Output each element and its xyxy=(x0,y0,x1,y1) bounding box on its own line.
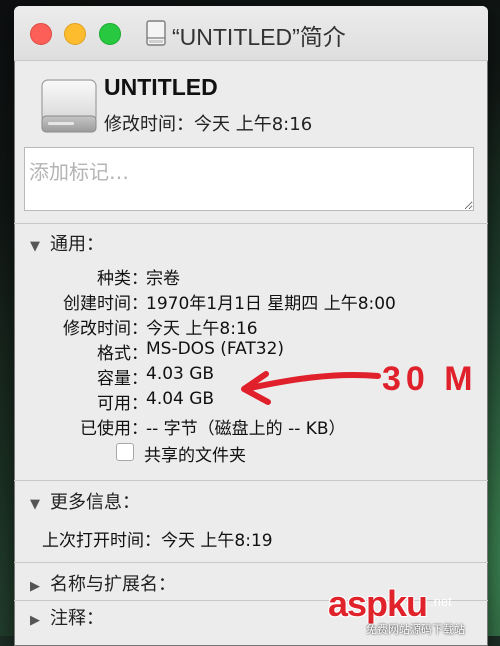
row-label: 修改时间： xyxy=(63,319,148,339)
window-title: “UNTITLED”简介 xyxy=(172,24,346,50)
watermark-caption: 免费网站源码下载站 xyxy=(366,623,465,636)
drive-icon xyxy=(41,79,97,133)
general-heading: 通用： xyxy=(50,234,104,255)
row-label: 种类： xyxy=(97,269,148,289)
title-bar[interactable]: “UNTITLED”简介 xyxy=(14,6,488,61)
name-extension-section-toggle[interactable]: ▶ 名称与扩展名： xyxy=(30,570,176,596)
disclosure-triangle-icon: ▼ xyxy=(30,497,40,512)
drive-icon xyxy=(146,20,166,46)
row-value: 今天 上午8:16 xyxy=(146,319,258,339)
row-value: 宗卷 xyxy=(146,269,180,289)
minimize-button[interactable] xyxy=(64,23,86,45)
row-value: -- 字节（磁盘上的 -- KB） xyxy=(146,419,346,439)
shared-folder-checkbox[interactable] xyxy=(116,443,134,461)
row-label: 已使用： xyxy=(80,419,148,439)
disclosure-triangle-icon: ▶ xyxy=(30,613,40,628)
disclosure-triangle-icon: ▼ xyxy=(30,239,40,254)
row-value: 4.03 GB xyxy=(146,364,215,384)
section-divider xyxy=(14,223,488,224)
info-window: “UNTITLED”简介 UNTITLED 修改时间：今天 上午8:16 ▼ 通用… xyxy=(14,6,488,646)
zoom-button[interactable] xyxy=(99,23,121,45)
more-info-section-toggle[interactable]: ▼ 更多信息： xyxy=(30,488,140,514)
name-extension-heading: 名称与扩展名： xyxy=(50,574,176,595)
info-row-created: 创建时间： 1970年1月1日 星期四 上午8:00 xyxy=(14,289,488,314)
section-divider xyxy=(14,480,488,481)
disk-modified-time: 修改时间：今天 上午8:16 xyxy=(104,114,313,135)
general-section-toggle[interactable]: ▼ 通用： xyxy=(30,230,104,256)
tags-field[interactable] xyxy=(24,147,474,211)
disclosure-triangle-icon: ▶ xyxy=(30,579,40,594)
row-value: 1970年1月1日 星期四 上午8:00 xyxy=(146,294,396,314)
annotation-text: 30 M xyxy=(382,360,478,398)
disk-name: UNTITLED xyxy=(104,74,218,100)
watermark-suffix: .net xyxy=(430,594,452,609)
shared-folder-label: 共享的文件夹 xyxy=(144,446,246,466)
info-row-modified: 修改时间： 今天 上午8:16 xyxy=(14,314,488,339)
row-label: 可用： xyxy=(97,394,148,414)
row-label: 容量： xyxy=(97,369,148,389)
row-value: 4.04 GB xyxy=(146,389,215,409)
section-divider xyxy=(14,562,488,563)
row-label: 创建时间： xyxy=(63,294,148,314)
watermark-brand: aspku xyxy=(328,583,428,624)
arrow-annotation-icon: 30 M xyxy=(241,360,478,405)
more-info-heading: 更多信息： xyxy=(50,492,140,513)
row-label: 格式： xyxy=(97,344,148,364)
comments-heading: 注释： xyxy=(50,608,104,629)
info-row-used: 已使用： -- 字节（磁盘上的 -- KB） xyxy=(14,414,488,439)
comments-section-toggle[interactable]: ▶ 注释： xyxy=(30,604,104,630)
info-row-kind: 种类： 宗卷 xyxy=(14,264,488,289)
watermark-logo: aspku xyxy=(328,583,428,625)
row-value: MS-DOS (FAT32) xyxy=(146,339,285,359)
last-opened-time: 上次打开时间：今天 上午8:19 xyxy=(42,531,273,551)
close-button[interactable] xyxy=(30,23,52,45)
